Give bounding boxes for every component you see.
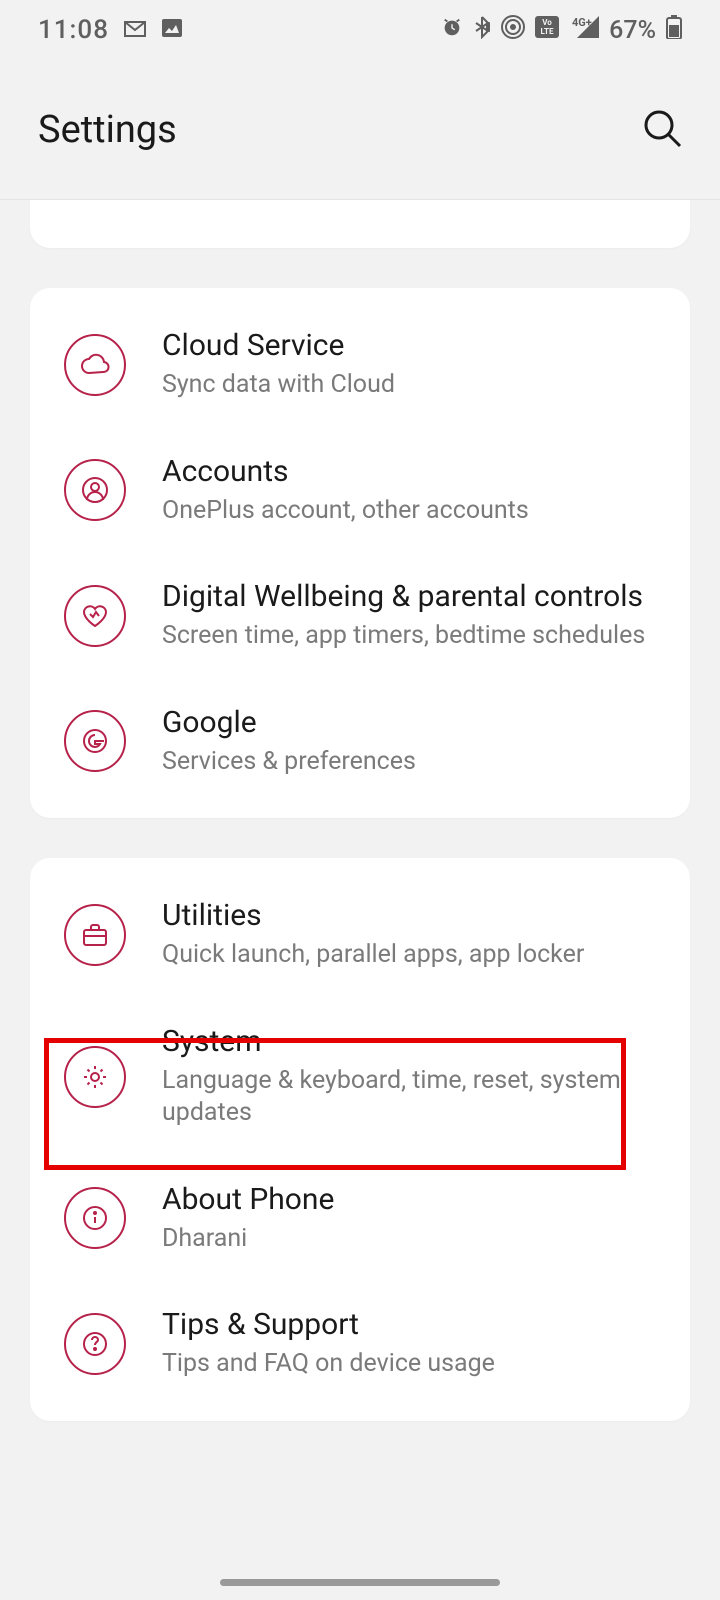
status-left: 11:08: [38, 15, 183, 45]
status-time: 11:08: [38, 15, 109, 45]
row-title: Utilities: [162, 898, 656, 933]
row-title: Cloud Service: [162, 328, 656, 363]
row-text: Accounts OnePlus account, other accounts: [162, 454, 656, 528]
card-partial-top: [30, 200, 690, 248]
row-subtitle: Quick launch, parallel apps, app locker: [162, 939, 656, 972]
gmail-icon: [123, 16, 147, 45]
row-subtitle: OnePlus account, other accounts: [162, 495, 656, 528]
question-icon: [64, 1313, 126, 1375]
gear-icon: [64, 1046, 126, 1108]
row-cloud-service[interactable]: Cloud Service Sync data with Cloud: [30, 302, 690, 428]
home-indicator[interactable]: [220, 1579, 500, 1586]
google-icon: [64, 710, 126, 772]
row-text: About Phone Dharani: [162, 1182, 656, 1256]
row-about-phone[interactable]: About Phone Dharani: [30, 1156, 690, 1282]
row-tips-support[interactable]: Tips & Support Tips and FAQ on device us…: [30, 1281, 690, 1407]
battery-percent: 67%: [609, 16, 656, 45]
row-subtitle: Screen time, app timers, bedtime schedul…: [162, 620, 656, 653]
hotspot-icon: [501, 15, 525, 46]
row-title: Google: [162, 705, 656, 740]
page-title: Settings: [38, 108, 177, 152]
row-text: Cloud Service Sync data with Cloud: [162, 328, 656, 402]
volte-icon: VoLTE: [535, 16, 559, 45]
user-icon: [64, 459, 126, 521]
row-text: Utilities Quick launch, parallel apps, a…: [162, 898, 656, 972]
row-text: Digital Wellbeing & parental controls Sc…: [162, 579, 656, 653]
svg-text:LTE: LTE: [541, 27, 554, 36]
search-button[interactable]: [642, 108, 682, 152]
row-subtitle: Tips and FAQ on device usage: [162, 1348, 656, 1381]
row-title: About Phone: [162, 1182, 656, 1217]
info-icon: [64, 1187, 126, 1249]
alarm-icon: [441, 16, 463, 45]
search-icon: [642, 108, 682, 148]
row-text: Tips & Support Tips and FAQ on device us…: [162, 1307, 656, 1381]
header: Settings: [0, 60, 720, 200]
row-system[interactable]: System Language & keyboard, time, reset,…: [30, 998, 690, 1156]
row-title: Tips & Support: [162, 1307, 656, 1342]
heart-icon: [64, 585, 126, 647]
row-subtitle: Sync data with Cloud: [162, 369, 656, 402]
row-title: System: [162, 1024, 656, 1059]
status-bar: 11:08 VoLTE 4G+ 67%: [0, 0, 720, 60]
row-google[interactable]: Google Services & preferences: [30, 679, 690, 805]
row-utilities[interactable]: Utilities Quick launch, parallel apps, a…: [30, 872, 690, 998]
svg-text:Vo: Vo: [542, 18, 552, 27]
row-title: Accounts: [162, 454, 656, 489]
settings-group-accounts: Cloud Service Sync data with Cloud Accou…: [30, 288, 690, 818]
row-subtitle: Services & preferences: [162, 746, 656, 779]
row-title: Digital Wellbeing & parental controls: [162, 579, 656, 614]
row-text: System Language & keyboard, time, reset,…: [162, 1024, 656, 1130]
row-subtitle: Dharani: [162, 1223, 656, 1256]
row-text: Google Services & preferences: [162, 705, 656, 779]
signal-icon: 4G+: [569, 16, 599, 45]
bluetooth-icon: [473, 15, 491, 46]
briefcase-icon: [64, 904, 126, 966]
row-accounts[interactable]: Accounts OnePlus account, other accounts: [30, 428, 690, 554]
settings-group-system: Utilities Quick launch, parallel apps, a…: [30, 858, 690, 1421]
cloud-icon: [64, 334, 126, 396]
battery-icon: [666, 15, 682, 46]
row-subtitle: Language & keyboard, time, reset, system…: [162, 1065, 656, 1130]
content: Cloud Service Sync data with Cloud Accou…: [0, 200, 720, 1421]
status-right: VoLTE 4G+ 67%: [441, 15, 682, 46]
photo-icon: [161, 16, 183, 45]
row-digital-wellbeing[interactable]: Digital Wellbeing & parental controls Sc…: [30, 553, 690, 679]
